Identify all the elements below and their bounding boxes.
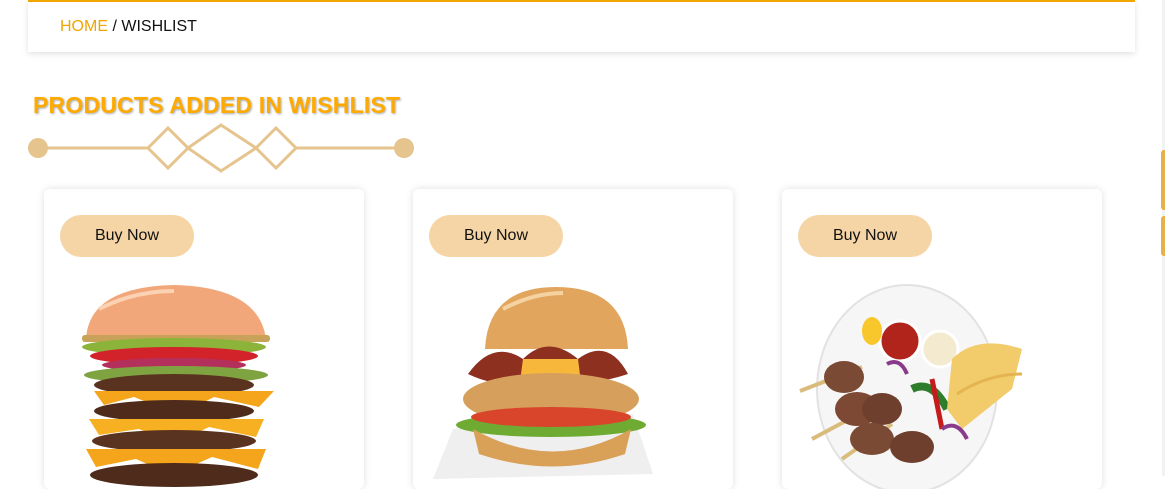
- product-image-stacked-burger: [82, 285, 274, 487]
- breadcrumb-bar: HOME / WISHLIST: [28, 0, 1135, 52]
- section-title: PRODUCTS ADDED IN WISHLIST: [33, 92, 401, 118]
- product-card: Buy Now: [782, 189, 1102, 489]
- buy-now-button[interactable]: Buy Now: [60, 215, 194, 257]
- decorative-divider: [28, 123, 414, 173]
- breadcrumb-current: WISHLIST: [121, 18, 197, 35]
- side-tab-secondary[interactable]: [1161, 216, 1165, 256]
- product-image-bacon-burger: [433, 287, 653, 479]
- breadcrumb-home-link[interactable]: HOME: [60, 18, 108, 35]
- product-card: Buy Now: [44, 189, 364, 489]
- breadcrumb: HOME / WISHLIST: [60, 18, 197, 36]
- product-image-kebab-plate: [799, 284, 1023, 489]
- product-card: Buy Now: [413, 189, 733, 489]
- breadcrumb-separator: /: [108, 18, 122, 35]
- buy-now-button[interactable]: Buy Now: [429, 215, 563, 257]
- buy-now-button[interactable]: Buy Now: [798, 215, 932, 257]
- side-tab[interactable]: [1161, 150, 1165, 210]
